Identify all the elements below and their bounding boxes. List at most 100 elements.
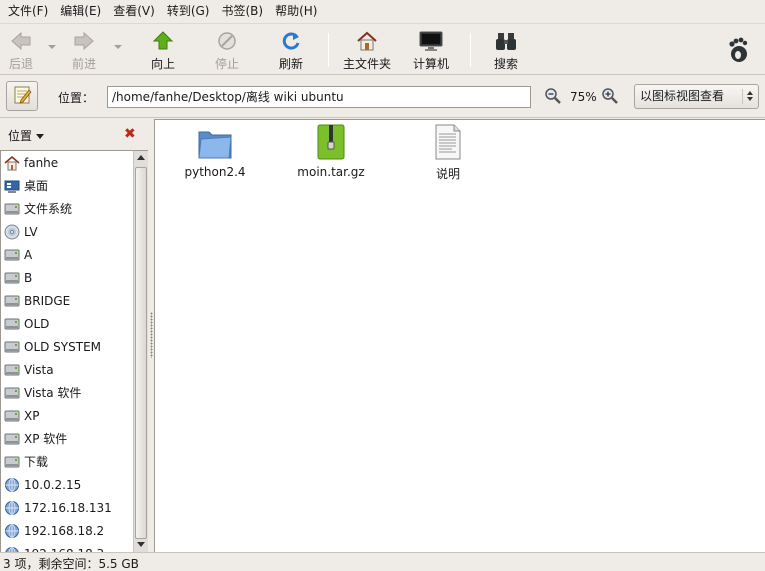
sidebar-item-vista-软件[interactable]: Vista 软件 <box>1 381 133 404</box>
menu-bookmarks[interactable]: 书签(B) <box>215 0 269 23</box>
sidebar-item-xp-软件[interactable]: XP 软件 <box>1 427 133 450</box>
file-item[interactable]: moin.tar.gz <box>281 124 381 179</box>
zoom-in-icon[interactable] <box>601 87 619 108</box>
computer-button[interactable]: 计算机 <box>410 29 452 73</box>
location-bar: 位置： /home/fanhe/Desktop/离线 wiki ubuntu 7… <box>0 76 765 118</box>
sidebar-item-xp[interactable]: XP <box>1 404 133 427</box>
forward-label: 前进 <box>71 57 96 71</box>
network-icon <box>4 500 20 516</box>
back-button[interactable]: 后退 <box>4 29 38 73</box>
sidebar-item-192-168-18-3[interactable]: 192.168.18.3 <box>1 542 133 552</box>
sidebar-item-label: LV <box>24 224 38 239</box>
scrollbar-thumb[interactable] <box>135 167 147 539</box>
drive-icon <box>4 454 20 470</box>
sidebar-item-old[interactable]: OLD <box>1 312 133 335</box>
close-sidebar-icon[interactable]: ✖ <box>124 126 136 142</box>
home-button[interactable]: 主文件夹 <box>340 29 394 73</box>
sidebar-item-label: 桌面 <box>24 179 49 193</box>
view-mode-select[interactable]: 以图标视图查看 <box>634 84 759 109</box>
sidebar-item-172-16-18-131[interactable]: 172.16.18.131 <box>1 496 133 519</box>
menu-bar: 文件(F) 编辑(E) 查看(V) 转到(G) 书签(B) 帮助(H) <box>0 0 765 23</box>
drive-icon <box>4 270 20 286</box>
sidebar-item-old-system[interactable]: OLD SYSTEM <box>1 335 133 358</box>
sidebar-item-下载[interactable]: 下载 <box>1 450 133 473</box>
sidebar-item-label: BRIDGE <box>24 293 71 308</box>
location-label: 位置： <box>58 91 95 105</box>
menu-help[interactable]: 帮助(H) <box>269 0 323 23</box>
sidebar-item-label: XP 软件 <box>24 432 68 446</box>
menu-go[interactable]: 转到(G) <box>161 0 216 23</box>
file-item[interactable]: python2.4 <box>165 124 265 179</box>
sidebar-item-label: 下载 <box>24 455 49 469</box>
reload-button[interactable]: 刷新 <box>274 29 308 73</box>
sidebar-item-文件系统[interactable]: 文件系统 <box>1 197 133 220</box>
scroll-up-icon[interactable] <box>134 151 148 165</box>
sidebar-item-192-168-18-2[interactable]: 192.168.18.2 <box>1 519 133 542</box>
menu-edit[interactable]: 编辑(E) <box>54 0 107 23</box>
up-button[interactable]: 向上 <box>146 29 180 73</box>
sidebar: 位置 ✖ fanhe 桌面 文件系统 LV A B BRIDGE OLD OLD SYSTEM V… <box>0 119 150 552</box>
sidebar-type-select[interactable]: 位置 <box>8 127 44 144</box>
file-name: moin.tar.gz <box>297 165 365 179</box>
sidebar-item-label: B <box>24 270 33 285</box>
drive-icon <box>4 316 20 332</box>
scroll-down-icon[interactable] <box>134 538 148 552</box>
arrow-up-icon <box>151 29 175 53</box>
file-view: python2.4 moin.tar.gz 说明 <box>154 119 765 552</box>
drive-icon <box>4 293 20 309</box>
sidebar-item-label: A <box>24 247 33 262</box>
drive-icon <box>4 339 20 355</box>
zoom-out-icon[interactable] <box>544 87 562 108</box>
forward-history-dropdown[interactable] <box>114 45 122 49</box>
status-text: 3 项，剩余空间：5.5 GB <box>3 557 139 571</box>
sidebar-item-vista[interactable]: Vista <box>1 358 133 381</box>
drive-icon <box>4 408 20 424</box>
computer-label: 计算机 <box>412 57 449 71</box>
menu-file[interactable]: 文件(F) <box>2 0 54 23</box>
status-bar: 3 项，剩余空间：5.5 GB <box>0 552 765 571</box>
stop-icon <box>215 29 239 53</box>
up-label: 向上 <box>150 57 175 71</box>
sidebar-item-bridge[interactable]: BRIDGE <box>1 289 133 312</box>
location-input[interactable]: /home/fanhe/Desktop/离线 wiki ubuntu <box>107 86 531 108</box>
network-icon <box>4 477 20 493</box>
sidebar-item-桌面[interactable]: 桌面 <box>1 174 133 197</box>
drive-icon <box>4 362 20 378</box>
sidebar-item-label: Vista 软件 <box>24 386 82 400</box>
sidebar-item-10-0-2-15[interactable]: 10.0.2.15 <box>1 473 133 496</box>
binoculars-icon <box>494 29 518 53</box>
sidebar-item-label: 172.16.18.131 <box>24 500 112 515</box>
sidebar-item-label: XP <box>24 408 40 423</box>
toolbar-separator <box>328 33 329 67</box>
file-item[interactable]: 说明 <box>398 124 498 182</box>
zoom-level[interactable]: 75% <box>570 90 597 104</box>
file-name: python2.4 <box>184 165 246 179</box>
toggle-location-entry-button[interactable] <box>6 81 38 111</box>
places-list: fanhe 桌面文件系统 LV A B BRIDGE OLD OLD SYSTEM Vista V… <box>0 150 133 552</box>
stop-button[interactable]: 停止 <box>210 29 244 73</box>
drive-icon <box>4 201 20 217</box>
sidebar-item-a[interactable]: A <box>1 243 133 266</box>
forward-button[interactable]: 前进 <box>67 29 101 73</box>
sidebar-header: 位置 ✖ <box>0 119 150 149</box>
arrow-right-icon <box>72 29 96 53</box>
home-icon <box>4 155 20 171</box>
home-label: 主文件夹 <box>342 57 391 71</box>
sidebar-item-b[interactable]: B <box>1 266 133 289</box>
pane-resize-handle[interactable] <box>150 312 153 358</box>
search-button[interactable]: 搜索 <box>489 29 523 73</box>
folder-icon <box>195 124 235 160</box>
archive-icon <box>311 124 351 160</box>
sidebar-item-label: 10.0.2.15 <box>24 477 82 492</box>
computer-icon <box>419 29 443 53</box>
sidebar-item-fanhe[interactable]: fanhe <box>1 151 133 174</box>
back-history-dropdown[interactable] <box>48 45 56 49</box>
drive-icon <box>4 431 20 447</box>
search-label: 搜索 <box>493 57 518 71</box>
drive-icon <box>4 385 20 401</box>
cdrom-icon <box>4 224 20 240</box>
sidebar-scrollbar[interactable] <box>133 150 148 552</box>
menu-view[interactable]: 查看(V) <box>107 0 161 23</box>
sidebar-item-lv[interactable]: LV <box>1 220 133 243</box>
sidebar-item-label: 文件系统 <box>24 202 73 216</box>
